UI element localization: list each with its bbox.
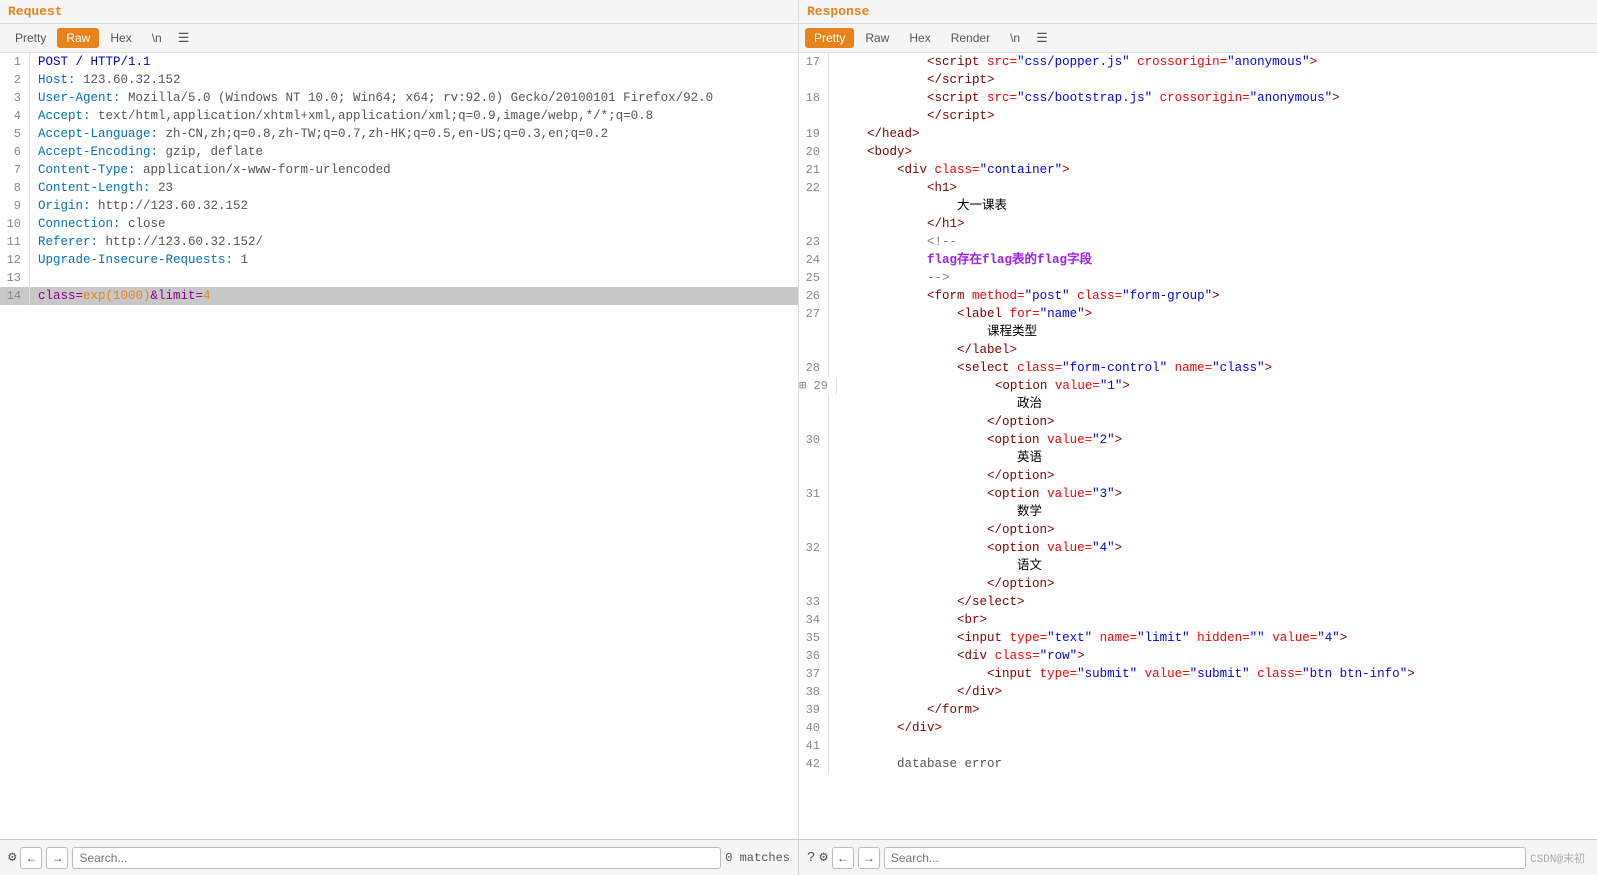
code-line: 4 Accept: text/html,application/xhtml+xm… bbox=[0, 107, 798, 125]
watermark: CSDN@末初 bbox=[1530, 850, 1589, 866]
request-code-area: 1 POST / HTTP/1.1 2 Host: 123.60.32.152 … bbox=[0, 53, 798, 839]
tab-pretty[interactable]: Pretty bbox=[6, 28, 55, 48]
code-line: 7 Content-Type: application/x-www-form-u… bbox=[0, 161, 798, 179]
response-toolbar: Pretty Raw Hex Render \n ☰ bbox=[799, 24, 1597, 53]
code-line: 26 <form method="post" class="form-group… bbox=[799, 287, 1597, 305]
code-line: 5 Accept-Language: zh-CN,zh;q=0.8,zh-TW;… bbox=[0, 125, 798, 143]
tab-pretty-response[interactable]: Pretty bbox=[805, 28, 854, 48]
code-line: 22 <h1> bbox=[799, 179, 1597, 197]
tab-hex-response[interactable]: Hex bbox=[900, 28, 939, 48]
code-line: 大一课表 bbox=[799, 197, 1597, 215]
code-line: 40 </div> bbox=[799, 719, 1597, 737]
code-line: 18 <script src="css/bootstrap.js" crosso… bbox=[799, 89, 1597, 107]
code-line-highlighted: 14 class=exp(1000)&limit=4 bbox=[0, 287, 798, 305]
matches-count: 0 matches bbox=[725, 851, 790, 865]
code-line: 28 <select class="form-control" name="cl… bbox=[799, 359, 1597, 377]
tab-hex[interactable]: Hex bbox=[101, 28, 140, 48]
code-line: 10 Connection: close bbox=[0, 215, 798, 233]
code-line: 17 <script src="css/popper.js" crossorig… bbox=[799, 53, 1597, 71]
nav-forward-button[interactable]: → bbox=[46, 847, 68, 869]
code-line: 11 Referer: http://123.60.32.152/ bbox=[0, 233, 798, 251]
code-line: 语文 bbox=[799, 557, 1597, 575]
nav-back-button-right[interactable]: ← bbox=[832, 847, 854, 869]
code-line: 3 User-Agent: Mozilla/5.0 (Windows NT 10… bbox=[0, 89, 798, 107]
code-line: </script> bbox=[799, 107, 1597, 125]
code-line: 21 <div class="container"> bbox=[799, 161, 1597, 179]
code-line: 42 database error bbox=[799, 755, 1597, 773]
code-line: </h1> bbox=[799, 215, 1597, 233]
tab-raw[interactable]: Raw bbox=[57, 28, 99, 48]
code-line: 19 </head> bbox=[799, 125, 1597, 143]
response-header: Response bbox=[799, 0, 1597, 24]
code-line: 32 <option value="4"> bbox=[799, 539, 1597, 557]
menu-icon[interactable]: ☰ bbox=[173, 28, 195, 48]
code-line: 23 <!-- bbox=[799, 233, 1597, 251]
request-panel: Request Pretty Raw Hex \n ☰ 1 POST / HTT… bbox=[0, 0, 799, 839]
code-line: 41 bbox=[799, 737, 1597, 755]
code-line: 38 </div> bbox=[799, 683, 1597, 701]
code-line: 12 Upgrade-Insecure-Requests: 1 bbox=[0, 251, 798, 269]
code-line: </label> bbox=[799, 341, 1597, 359]
help-icon[interactable]: ? bbox=[807, 850, 815, 866]
code-line: </option> bbox=[799, 467, 1597, 485]
tab-raw-response[interactable]: Raw bbox=[856, 28, 898, 48]
code-line: </script> bbox=[799, 71, 1597, 89]
request-header: Request bbox=[0, 0, 798, 24]
code-line: 34 <br> bbox=[799, 611, 1597, 629]
search-input-right[interactable] bbox=[884, 847, 1526, 869]
bottom-right-bar: ? ⚙ ← → CSDN@末初 bbox=[799, 840, 1597, 875]
bottom-bar: ⚙ ← → 0 matches ? ⚙ ← → CSDN@末初 bbox=[0, 839, 1597, 875]
nav-forward-button-right[interactable]: → bbox=[858, 847, 880, 869]
code-line: 课程类型 bbox=[799, 323, 1597, 341]
settings-icon[interactable]: ⚙ bbox=[8, 849, 16, 866]
code-line: 8 Content-Length: 23 bbox=[0, 179, 798, 197]
code-line: 37 <input type="submit" value="submit" c… bbox=[799, 665, 1597, 683]
code-line: 6 Accept-Encoding: gzip, deflate bbox=[0, 143, 798, 161]
tab-newline[interactable]: \n bbox=[143, 28, 171, 48]
settings-icon-right[interactable]: ⚙ bbox=[819, 849, 827, 866]
code-line: 英语 bbox=[799, 449, 1597, 467]
code-line: </option> bbox=[799, 521, 1597, 539]
nav-back-button[interactable]: ← bbox=[20, 847, 42, 869]
code-line: 30 <option value="2"> bbox=[799, 431, 1597, 449]
code-line: </option> bbox=[799, 575, 1597, 593]
code-line: 31 <option value="3"> bbox=[799, 485, 1597, 503]
code-line: 9 Origin: http://123.60.32.152 bbox=[0, 197, 798, 215]
bottom-left-bar: ⚙ ← → 0 matches bbox=[0, 840, 799, 875]
menu-icon-response[interactable]: ☰ bbox=[1031, 28, 1053, 48]
code-line: 35 <input type="text" name="limit" hidde… bbox=[799, 629, 1597, 647]
request-toolbar: Pretty Raw Hex \n ☰ bbox=[0, 24, 798, 53]
code-line: 27 <label for="name"> bbox=[799, 305, 1597, 323]
tab-newline-response[interactable]: \n bbox=[1001, 28, 1029, 48]
code-line: 20 <body> bbox=[799, 143, 1597, 161]
response-panel: Response Pretty Raw Hex Render \n ☰ 17 <… bbox=[799, 0, 1597, 839]
code-line: 39 </form> bbox=[799, 701, 1597, 719]
code-line: 13 bbox=[0, 269, 798, 287]
code-line: 政治 bbox=[799, 395, 1597, 413]
code-line: 33 </select> bbox=[799, 593, 1597, 611]
code-line: 24 flag存在flag表的flag字段 bbox=[799, 251, 1597, 269]
tab-render-response[interactable]: Render bbox=[942, 28, 999, 48]
response-code-area: 17 <script src="css/popper.js" crossorig… bbox=[799, 53, 1597, 839]
code-line: </option> bbox=[799, 413, 1597, 431]
code-line: 1 POST / HTTP/1.1 bbox=[0, 53, 798, 71]
code-line: 数学 bbox=[799, 503, 1597, 521]
code-line: ⊞ 29 <option value="1"> bbox=[799, 377, 1597, 395]
search-input-left[interactable] bbox=[72, 847, 721, 869]
code-line: 36 <div class="row"> bbox=[799, 647, 1597, 665]
code-line: 2 Host: 123.60.32.152 bbox=[0, 71, 798, 89]
code-line: 25 --> bbox=[799, 269, 1597, 287]
